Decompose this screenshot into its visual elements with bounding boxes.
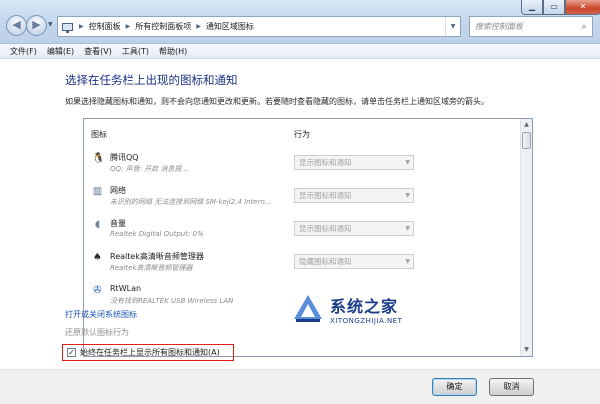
breadcrumb-notification-icons[interactable]: 通知区域图标: [204, 21, 256, 32]
breadcrumb-separator-icon[interactable]: ▶: [123, 23, 134, 30]
column-header-icon: 图标: [91, 130, 107, 139]
ok-button[interactable]: 确定: [432, 378, 477, 396]
item-detail: 没有找到REALTEK USB Wireless LAN: [110, 297, 234, 305]
minimize-button[interactable]: ▁: [521, 0, 543, 15]
watermark-cn: 系统之家: [330, 297, 399, 316]
page-title: 选择在任务栏上出现的图标和通知: [65, 73, 238, 87]
behavior-select-value: 显示图标和通知: [299, 158, 352, 167]
search-placeholder: 搜索控制面板: [475, 22, 523, 31]
back-arrow-icon: ◀: [12, 18, 21, 31]
item-name: Realtek高清晰音频管理器: [110, 252, 204, 261]
list-item: 🐧 腾讯QQ QQ: 声音: 开启 消息提... 显示图标和通知 ▼: [84, 152, 518, 185]
list-item: ◖ 音量 Realtek Digital Output: 0% 显示图标和通知 ▼: [84, 218, 518, 251]
search-icon[interactable]: ⌕: [576, 22, 592, 32]
behavior-select[interactable]: 隐藏图标和通知 ▼: [294, 254, 414, 269]
maximize-button[interactable]: ▭: [543, 0, 565, 15]
always-show-label[interactable]: 始终在任务栏上显示所有图标和通知(A): [80, 347, 220, 358]
watermark-en: XITONGZHIJIA.NET: [330, 317, 403, 325]
title-bar: ◀ ▶ ▼ ▶ 控制面板 ▶ 所有控制面板项 ▶ 通知区域图标 ▼ 搜索控制面板…: [0, 0, 600, 44]
cancel-button[interactable]: 取消: [489, 378, 534, 396]
network-icon: ▥: [92, 186, 103, 197]
volume-icon: ◖: [94, 219, 101, 230]
address-dropdown-icon[interactable]: ▼: [445, 17, 460, 36]
item-detail: Realtek高清晰音频管理器: [110, 264, 193, 272]
breadcrumb-separator-icon[interactable]: ▶: [193, 23, 204, 30]
realtek-audio-icon: ♠: [93, 252, 102, 263]
back-button[interactable]: ◀: [6, 15, 27, 36]
address-bar[interactable]: ▶ 控制面板 ▶ 所有控制面板项 ▶ 通知区域图标 ▼: [57, 16, 461, 37]
scroll-up-icon[interactable]: ▲: [521, 119, 532, 131]
menu-tools[interactable]: 工具(T): [117, 46, 154, 57]
menu-edit[interactable]: 编辑(E): [42, 46, 79, 57]
scroll-thumb[interactable]: [522, 132, 531, 149]
behavior-select-value: 隐藏图标和通知: [299, 257, 352, 266]
system-icons-link[interactable]: 打开或关闭系统图标: [65, 309, 137, 320]
list-scrollbar[interactable]: ▲ ▼: [520, 119, 532, 356]
watermark: 系统之家 XITONGZHIJIA.NET: [292, 287, 432, 343]
item-name: 音量: [110, 219, 126, 228]
forward-button[interactable]: ▶: [26, 15, 47, 36]
breadcrumb-control-panel[interactable]: 控制面板: [87, 21, 123, 32]
item-name: 网络: [110, 186, 126, 195]
control-panel-icon: [58, 17, 76, 36]
chevron-down-icon: ▼: [405, 225, 410, 232]
forward-arrow-icon: ▶: [32, 18, 41, 31]
item-name: RtWLan: [110, 284, 142, 293]
restore-default-link[interactable]: 还原默认图标行为: [65, 327, 129, 338]
chevron-down-icon: ▼: [405, 258, 410, 265]
menu-file[interactable]: 文件(F): [5, 46, 42, 57]
behavior-select-value: 显示图标和通知: [299, 224, 352, 233]
list-item: ▥ 网络 未识别的网络 无法连接到网络 SM-keji2.4 Intern...…: [84, 185, 518, 218]
behavior-select[interactable]: 显示图标和通知 ▼: [294, 188, 414, 203]
dialog-footer: 确定 取消: [0, 369, 600, 404]
chevron-down-icon: ▼: [405, 159, 410, 166]
column-header-behavior: 行为: [294, 130, 310, 139]
recent-pages-dropdown[interactable]: ▼: [48, 21, 53, 28]
chevron-down-icon: ▼: [405, 192, 410, 199]
behavior-select[interactable]: 显示图标和通知 ▼: [294, 221, 414, 236]
item-name: 腾讯QQ: [110, 153, 139, 162]
close-button[interactable]: ✕: [565, 0, 600, 15]
watermark-logo-icon: [294, 295, 322, 322]
menu-view[interactable]: 查看(V): [79, 46, 117, 57]
breadcrumb-separator-icon[interactable]: ▶: [76, 23, 87, 30]
item-detail: QQ: 声音: 开启 消息提...: [110, 165, 189, 173]
page-description: 如果选择隐藏图标和通知，则不会向您通知更改和更新。若要随时查看隐藏的图标，请单击…: [65, 97, 489, 106]
menu-help[interactable]: 帮助(H): [154, 46, 192, 57]
breadcrumb-all-items[interactable]: 所有控制面板项: [133, 21, 193, 32]
scroll-down-icon[interactable]: ▼: [521, 344, 532, 356]
item-detail: Realtek Digital Output: 0%: [110, 230, 204, 238]
qq-icon: 🐧: [92, 153, 105, 164]
list-item: ♠ Realtek高清晰音频管理器 Realtek高清晰音频管理器 隐藏图标和通…: [84, 251, 518, 284]
search-input[interactable]: 搜索控制面板 ⌕: [469, 16, 593, 37]
wlan-icon: ✇: [93, 285, 102, 296]
item-detail: 未识别的网络 无法连接到网络 SM-keji2.4 Intern...: [110, 198, 272, 206]
always-show-checkbox[interactable]: ✓: [67, 348, 76, 357]
behavior-select-value: 显示图标和通知: [299, 191, 352, 200]
behavior-select[interactable]: 显示图标和通知 ▼: [294, 155, 414, 170]
menu-bar: 文件(F) 编辑(E) 查看(V) 工具(T) 帮助(H): [0, 44, 600, 59]
window-controls: ▁ ▭ ✕: [521, 0, 600, 15]
main-content: 选择在任务栏上出现的图标和通知 如果选择隐藏图标和通知，则不会向您通知更改和更新…: [0, 60, 600, 369]
always-show-highlight: ✓ 始终在任务栏上显示所有图标和通知(A): [62, 344, 234, 361]
